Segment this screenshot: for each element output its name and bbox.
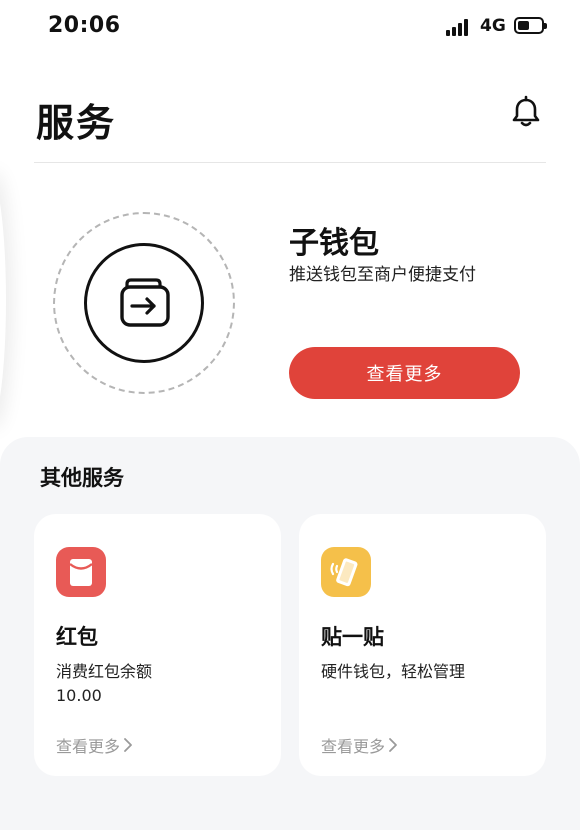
chevron-right-icon [124,738,132,752]
battery-icon [514,17,547,34]
wallet-transfer-icon [118,277,172,329]
card-title: 红包 [56,625,98,649]
sub-wallet-description: 推送钱包至商户便捷支付 [289,265,476,285]
edge-shadow [0,170,6,430]
view-more-link[interactable]: 查看更多 [321,733,398,757]
service-card-red-envelope[interactable]: 红包 消费红包余额 10.00 查看更多 [34,514,281,776]
other-services-title: 其他服务 [40,466,124,490]
service-card-tap[interactable]: 贴一贴 硬件钱包，轻松管理 查看更多 [299,514,546,776]
balance-amount: 10.00 [56,686,102,705]
network-type: 4G [480,16,506,36]
view-more-link[interactable]: 查看更多 [56,733,133,757]
page-title: 服务 [36,101,117,145]
sub-wallet-view-more-button[interactable]: 查看更多 [289,347,520,399]
services-screen: 20:06 4G 服务 子钱包 推送钱包至商户便捷支付 查看更多 其他服务 红包… [0,0,580,830]
header-divider [34,162,546,163]
signal-icon [446,18,472,36]
status-time: 20:06 [48,13,121,38]
card-title: 贴一贴 [321,625,384,649]
view-more-label: 查看更多 [56,737,121,756]
bell-icon[interactable] [508,94,544,130]
view-more-label: 查看更多 [321,737,386,756]
card-description: 消费红包余额 [56,662,153,681]
red-envelope-icon [56,547,106,597]
status-bar: 20:06 4G [0,0,580,55]
sub-wallet-title: 子钱包 [289,226,379,261]
card-description: 硬件钱包，轻松管理 [321,662,466,681]
tap-phone-icon [321,547,371,597]
chevron-right-icon [389,738,397,752]
